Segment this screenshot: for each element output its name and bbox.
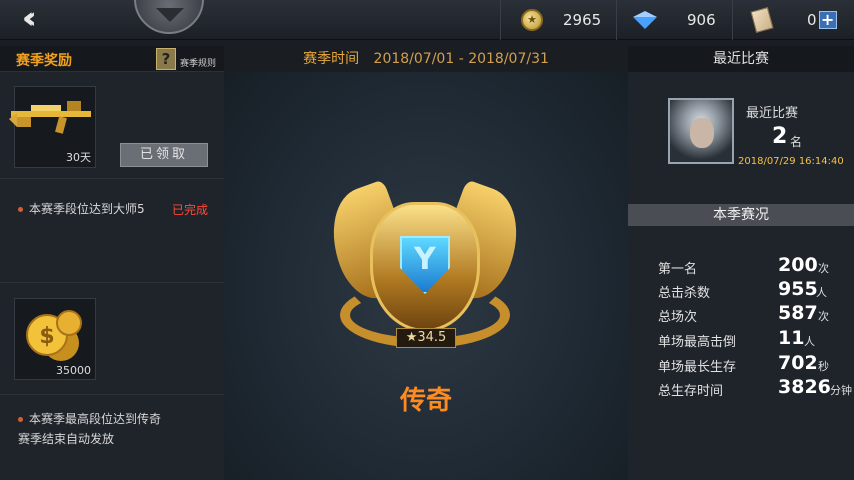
- stat-value: 200: [778, 254, 818, 276]
- stat-row: 单场最长生存 702 秒: [658, 352, 854, 376]
- ticket-icon: [750, 7, 774, 33]
- stat-row: 总场次 587 次: [658, 302, 854, 326]
- stat-value: 955: [778, 278, 818, 300]
- ticket-value: 0: [807, 11, 817, 29]
- stat-label: 总生存时间: [658, 384, 724, 399]
- stat-row: 总击杀数 955 人: [658, 278, 854, 302]
- stat-unit: 秒: [818, 360, 829, 373]
- season-rules-button[interactable]: ?: [156, 48, 176, 70]
- reward-qty-rifle: 30天: [66, 151, 91, 164]
- coin-value: 2965: [563, 11, 602, 29]
- task-master5-text: 本赛季段位达到大师5: [29, 202, 145, 216]
- bullet-icon: [18, 417, 23, 422]
- reward-slot-coins[interactable]: $ 35000: [14, 298, 96, 380]
- ticket-balance: 0 +: [732, 0, 854, 40]
- season-rewards-panel: 赛季奖励 ? 赛季规则 30天 已领取 本赛季段位达到大师5 已完成 $ 350…: [0, 46, 224, 480]
- avatar[interactable]: [668, 98, 734, 164]
- coin-icon: ★: [521, 9, 543, 31]
- diamond-icon: [633, 11, 657, 29]
- season-rewards-header: 赛季奖励 ? 赛季规则: [0, 46, 224, 72]
- stat-unit: 人: [804, 335, 815, 348]
- stat-value: 702: [778, 352, 818, 374]
- stat-row: 总生存时间 3826 分钟: [658, 376, 854, 400]
- task-legend: 本赛季最高段位达到传奇 赛季结束自动发放: [18, 409, 161, 449]
- diamond-balance: 906: [616, 0, 732, 40]
- divider: [0, 178, 224, 179]
- reward-qty-coins: 35000: [56, 364, 91, 377]
- stat-label: 单场最长生存: [658, 360, 737, 375]
- stat-label: 单场最高击倒: [658, 335, 737, 350]
- double-chevron-left-icon: ‹‹: [22, 1, 36, 36]
- divider: [0, 394, 224, 395]
- stat-row: 单场最高击倒 11 人: [658, 327, 854, 351]
- back-button[interactable]: ‹‹: [22, 4, 62, 34]
- recent-match-time: 2018/07/29 16:14:40: [738, 156, 844, 167]
- rank-name: 传奇: [399, 386, 452, 416]
- season-stats-header: 本季赛况: [628, 204, 854, 226]
- stat-unit: 人: [816, 286, 827, 299]
- match-stats-panel: 最近比赛 最近比赛 2 名 2018/07/29 16:14:40 本季赛况 第…: [628, 46, 854, 480]
- chevron-down-icon: [156, 8, 184, 22]
- diamond-value: 906: [687, 11, 716, 29]
- season-time-range: 2018/07/01 - 2018/07/31: [373, 51, 549, 67]
- season-time-bar: 赛季时间 2018/07/01 - 2018/07/31: [224, 46, 628, 72]
- avatar-face: [690, 118, 714, 148]
- stat-unit: 分钟: [830, 384, 852, 397]
- season-rewards-title: 赛季奖励: [16, 53, 72, 69]
- task-legend-text: 本赛季最高段位达到传奇: [29, 412, 162, 426]
- recent-match-header: 最近比赛: [628, 46, 854, 72]
- task-legend-note: 赛季结束自动发放: [18, 432, 115, 446]
- stat-value: 587: [778, 302, 818, 324]
- gold-coins-icon: $: [26, 310, 82, 361]
- task-master5: 本赛季段位达到大师5: [18, 199, 145, 219]
- stat-label: 第一名: [658, 262, 698, 277]
- claimed-button[interactable]: 已领取: [120, 143, 208, 167]
- stat-value: 3826: [778, 376, 831, 398]
- task-status-done: 已完成: [172, 203, 209, 217]
- svg-text:$: $: [39, 324, 54, 349]
- stat-unit: 次: [818, 262, 829, 275]
- stat-value: 11: [778, 327, 805, 349]
- add-ticket-button[interactable]: +: [818, 11, 837, 29]
- recent-match-label: 最近比赛: [746, 106, 799, 121]
- stat-label: 总场次: [658, 310, 698, 325]
- rank-score: ★34.5: [396, 328, 456, 348]
- stat-row: 第一名 200 次: [658, 254, 854, 278]
- recent-match-rank: 2: [772, 124, 788, 149]
- stat-label: 总击杀数: [658, 286, 711, 301]
- top-bar: ‹‹ ★ 2965 906 0 +: [0, 0, 854, 40]
- rank-display: 赛季时间 2018/07/01 - 2018/07/31 Y ★34.5 传奇: [224, 46, 628, 480]
- home-button[interactable]: [134, 0, 204, 34]
- season-rules-label: 赛季规则: [180, 59, 217, 69]
- golden-sniper-rifle-icon: [9, 101, 91, 134]
- stat-unit: 次: [818, 310, 829, 323]
- coin-balance: ★ 2965: [500, 0, 616, 40]
- bullet-icon: [18, 207, 23, 212]
- divider: [0, 282, 224, 283]
- season-time-label: 赛季时间: [303, 51, 360, 67]
- reward-slot-rifle[interactable]: 30天: [9, 86, 96, 168]
- recent-match-rank-unit: 名: [790, 135, 803, 149]
